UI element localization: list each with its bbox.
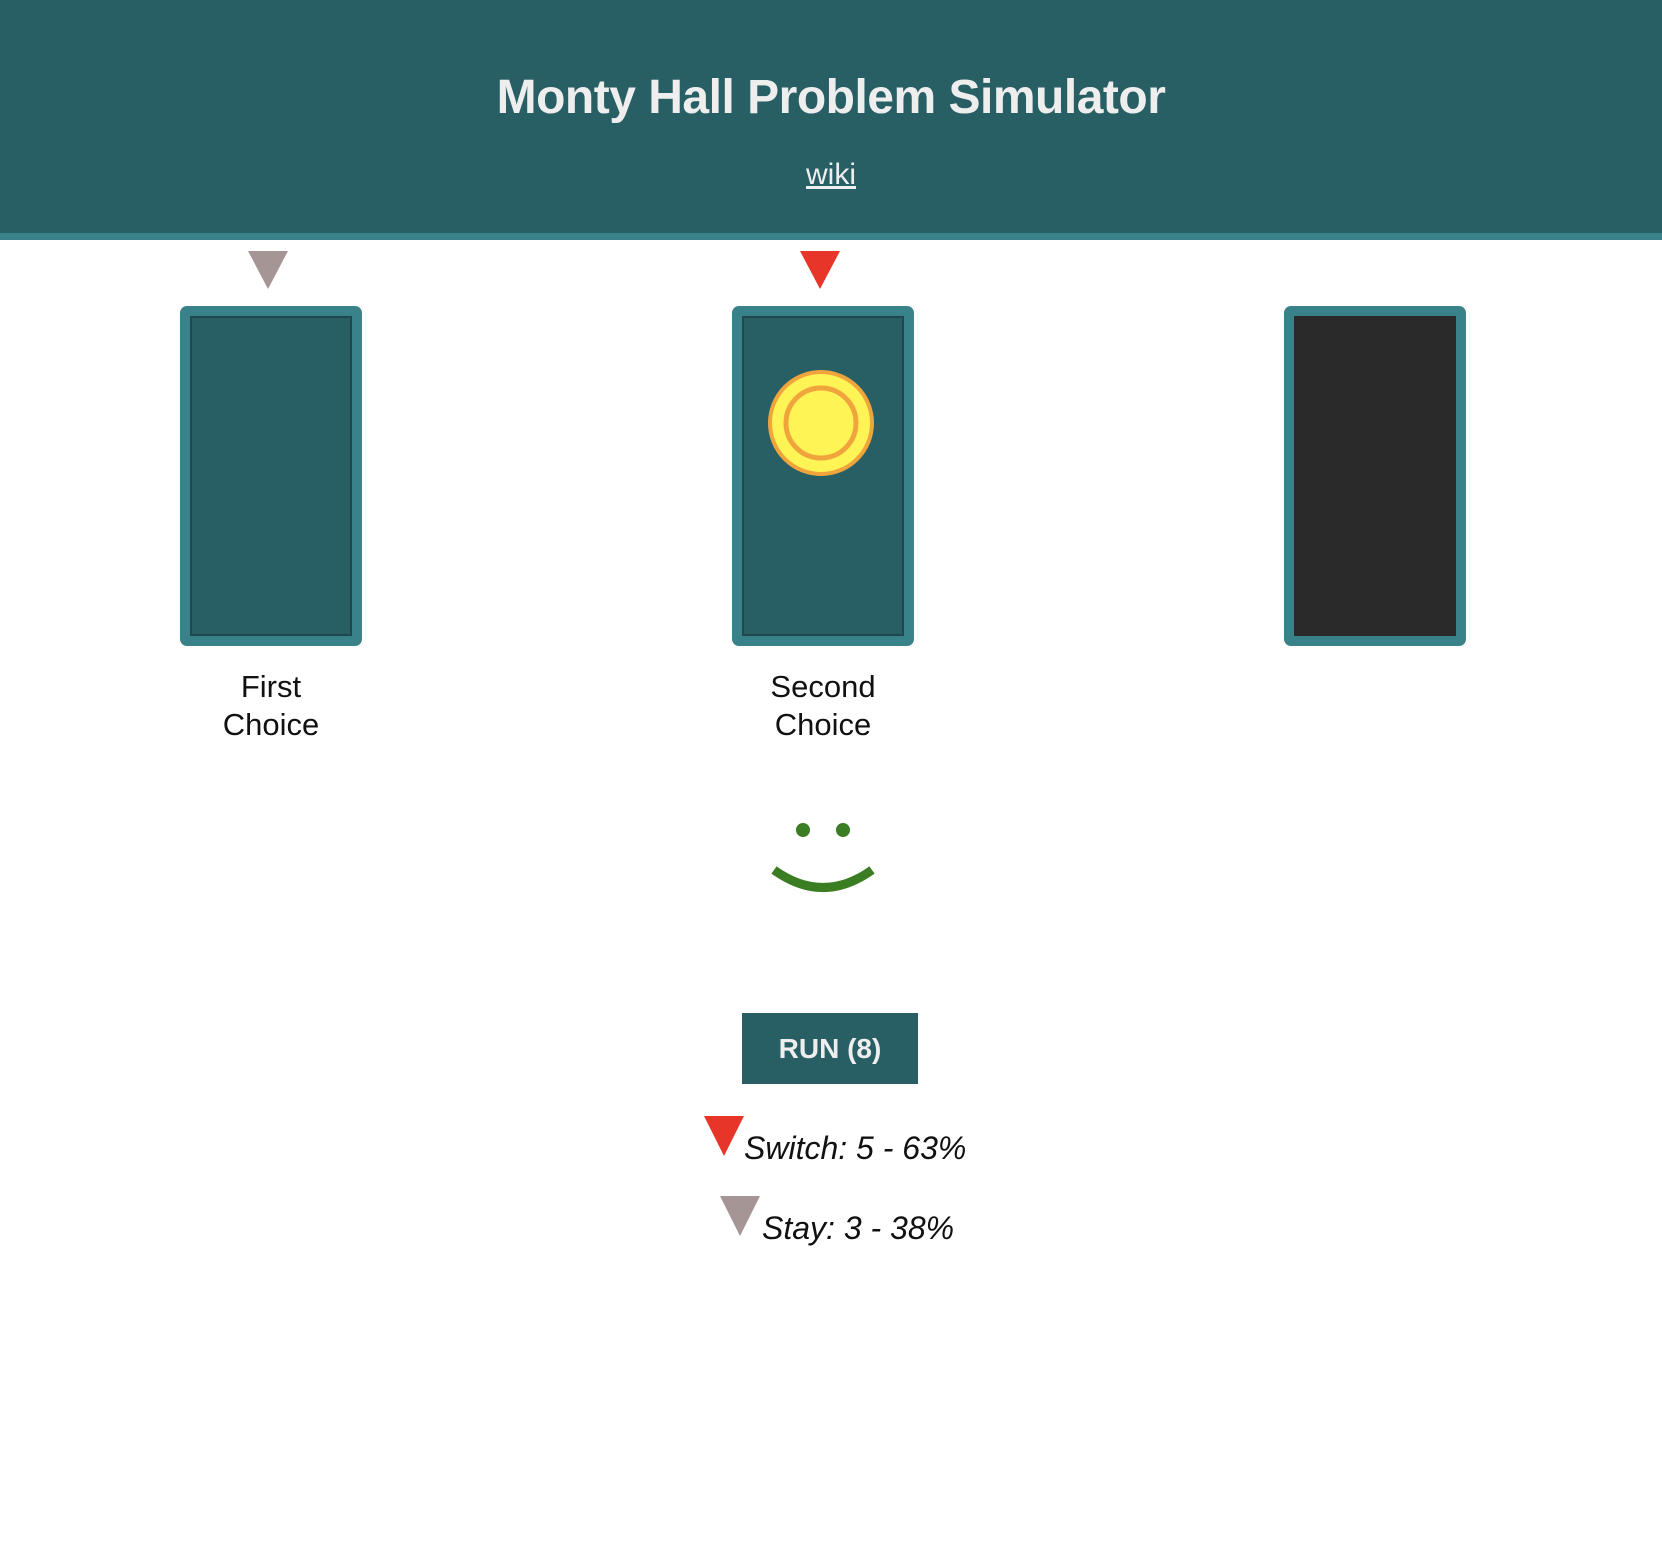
door-3[interactable] [1284, 306, 1466, 646]
header: Monty Hall Problem Simulator wiki [0, 0, 1662, 240]
stay-stat: Stay: 3 - 38% [720, 1196, 960, 1246]
door-2[interactable] [732, 306, 914, 646]
door-1[interactable] [180, 306, 362, 646]
smiley-face-icon [771, 823, 875, 892]
door-2-label-line2: Choice [774, 707, 872, 742]
page-title: Monty Hall Problem Simulator [496, 71, 1166, 124]
coin-prize-icon [768, 370, 874, 476]
stay-marker-icon [720, 1196, 760, 1236]
wiki-link[interactable]: wiki [806, 158, 856, 191]
door-1-label-line2: Choice [222, 707, 320, 742]
stay-stat-text: Stay: 3 - 38% [762, 1210, 955, 1246]
door-2-label: Second Choice [732, 668, 914, 744]
run-button[interactable]: RUN (8) [742, 1013, 918, 1084]
wiki-link-container: wiki [0, 158, 1662, 192]
switch-marker-icon [704, 1116, 744, 1156]
second-choice-marker-icon [800, 251, 840, 289]
door-1-label: First Choice [180, 668, 362, 744]
switch-stat-text: Switch: 5 - 63% [744, 1130, 967, 1166]
door-2-label-line1: Second [770, 669, 876, 704]
switch-stat: Switch: 5 - 63% [704, 1116, 966, 1166]
door-1-label-line1: First [240, 669, 302, 704]
first-choice-marker-icon [248, 251, 288, 289]
